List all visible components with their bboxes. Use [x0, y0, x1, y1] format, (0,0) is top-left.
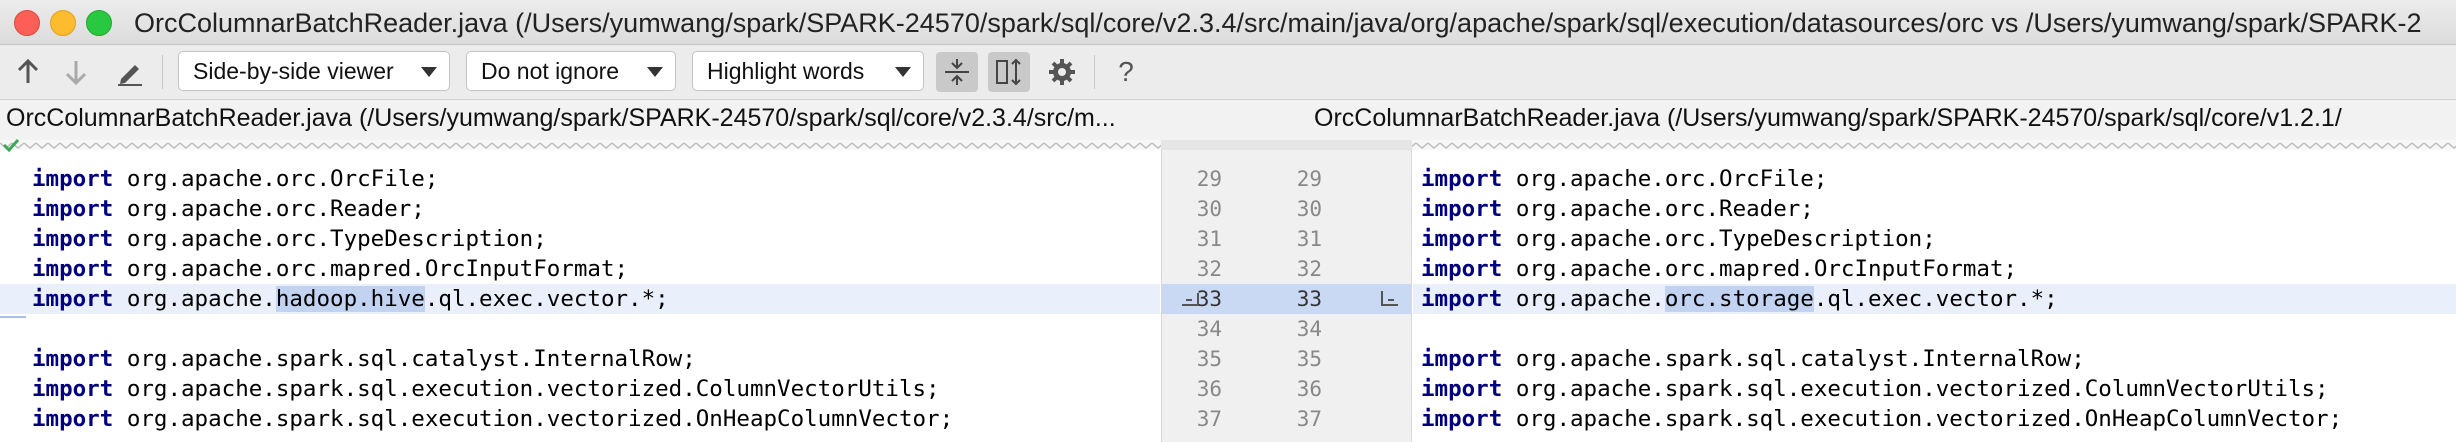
right-file-path: OrcColumnarBatchReader.java (/Users/yumw…: [1314, 104, 2342, 132]
window-title: OrcColumnarBatchReader.java (/Users/yumw…: [134, 8, 2422, 38]
code-line: import org.apache.spark.sql.execution.ve…: [1421, 376, 2329, 402]
toolbar-separator: [162, 55, 163, 89]
code-line: import org.apache.orc.Reader;: [32, 196, 425, 222]
diff-gutter: 29 30 31 32 33 34 35 36 37 29 30 31 32 3…: [1161, 150, 1412, 442]
previous-difference-button[interactable]: [10, 52, 46, 92]
right-editor[interactable]: import org.apache.orc.OrcFile; import or…: [1413, 150, 2456, 442]
code-line: import org.apache.spark.sql.execution.ve…: [32, 376, 940, 402]
right-line-number: 36: [1296, 377, 1322, 401]
highlight-mode-dropdown[interactable]: Highlight words: [692, 51, 924, 91]
right-line-number: 34: [1296, 317, 1322, 341]
settings-button[interactable]: [1042, 52, 1082, 92]
whitespace-mode-label: Do not ignore: [481, 57, 620, 84]
chevron-down-icon: [895, 67, 911, 77]
whitespace-mode-dropdown[interactable]: Do not ignore: [466, 51, 676, 91]
left-line-number: 29: [1196, 167, 1222, 191]
changed-code-line: import org.apache.orc.storage.ql.exec.ve…: [1413, 284, 2456, 314]
code-line: import org.apache.spark.sql.catalyst.Int…: [1421, 346, 2085, 372]
code-line: import org.apache.spark.sql.catalyst.Int…: [32, 346, 696, 372]
left-line-number: 32: [1196, 257, 1222, 281]
right-line-number: 31: [1296, 227, 1322, 251]
close-window-button[interactable]: [14, 10, 40, 36]
code-line: import org.apache.orc.OrcFile;: [1421, 166, 1828, 192]
code-line: import org.apache.orc.mapred.OrcInputFor…: [1421, 256, 2018, 282]
pencil-icon: [118, 65, 142, 86]
apply-change-left-icon[interactable]: [1180, 289, 1202, 309]
help-button[interactable]: ?: [1108, 52, 1144, 92]
left-line-number: 34: [1196, 317, 1222, 341]
title-bar: OrcColumnarBatchReader.java (/Users/yumw…: [0, 0, 2456, 45]
right-line-number: 30: [1296, 197, 1322, 221]
left-line-number: 35: [1196, 347, 1222, 371]
right-line-number: 33: [1296, 287, 1322, 311]
chevron-down-icon: [647, 67, 663, 77]
changed-code-line: import org.apache.hadoop.hive.ql.exec.ve…: [0, 284, 1160, 314]
left-line-number: 36: [1196, 377, 1222, 401]
right-line-number: 37: [1296, 407, 1322, 431]
right-line-number: 35: [1296, 347, 1322, 371]
next-difference-button[interactable]: [58, 52, 94, 92]
maximize-window-button[interactable]: [86, 10, 112, 36]
arrow-down-icon: [65, 61, 87, 85]
right-line-number: 32: [1296, 257, 1322, 281]
left-file-path: OrcColumnarBatchReader.java (/Users/yumw…: [6, 104, 1116, 132]
toolbar: Side-by-side viewer Do not ignore Highli…: [0, 45, 2456, 100]
left-line-number: 37: [1196, 407, 1222, 431]
chevron-down-icon: [421, 67, 437, 77]
minimize-window-button[interactable]: [50, 10, 76, 36]
left-change-marker: [0, 316, 26, 318]
code-line: import org.apache.orc.OrcFile;: [32, 166, 439, 192]
code-line: import org.apache.orc.TypeDescription;: [1421, 226, 1936, 252]
viewer-mode-dropdown[interactable]: Side-by-side viewer: [178, 51, 450, 91]
file-header: OrcColumnarBatchReader.java (/Users/yumw…: [0, 100, 2456, 140]
arrow-up-icon: [17, 59, 39, 83]
code-line: import org.apache.orc.mapred.OrcInputFor…: [32, 256, 629, 282]
changed-word: orc.storage: [1664, 286, 1814, 312]
edit-source-button[interactable]: [110, 52, 150, 92]
left-editor[interactable]: import org.apache.orc.OrcFile; import or…: [0, 150, 1160, 442]
gear-icon: [1049, 59, 1075, 85]
left-line-number: 31: [1196, 227, 1222, 251]
left-line-number: 30: [1196, 197, 1222, 221]
apply-change-right-icon[interactable]: [1378, 289, 1400, 309]
code-line: import org.apache.spark.sql.execution.ve…: [32, 406, 954, 432]
sync-scroll-icon: [996, 58, 1021, 86]
right-line-number: 29: [1296, 167, 1322, 191]
sync-scroll-button[interactable]: [988, 52, 1030, 92]
collapse-icon: [945, 59, 969, 85]
changed-word: hadoop.hive: [275, 286, 425, 312]
code-line: import org.apache.orc.TypeDescription;: [32, 226, 547, 252]
collapse-unchanged-button[interactable]: [936, 52, 978, 92]
toolbar-separator: [1094, 55, 1095, 89]
highlight-mode-label: Highlight words: [707, 57, 865, 84]
gutter-header: [1161, 140, 1412, 150]
code-line: import org.apache.spark.sql.execution.ve…: [1421, 406, 2343, 432]
viewer-mode-label: Side-by-side viewer: [193, 57, 394, 84]
code-line: import org.apache.orc.Reader;: [1421, 196, 1814, 222]
